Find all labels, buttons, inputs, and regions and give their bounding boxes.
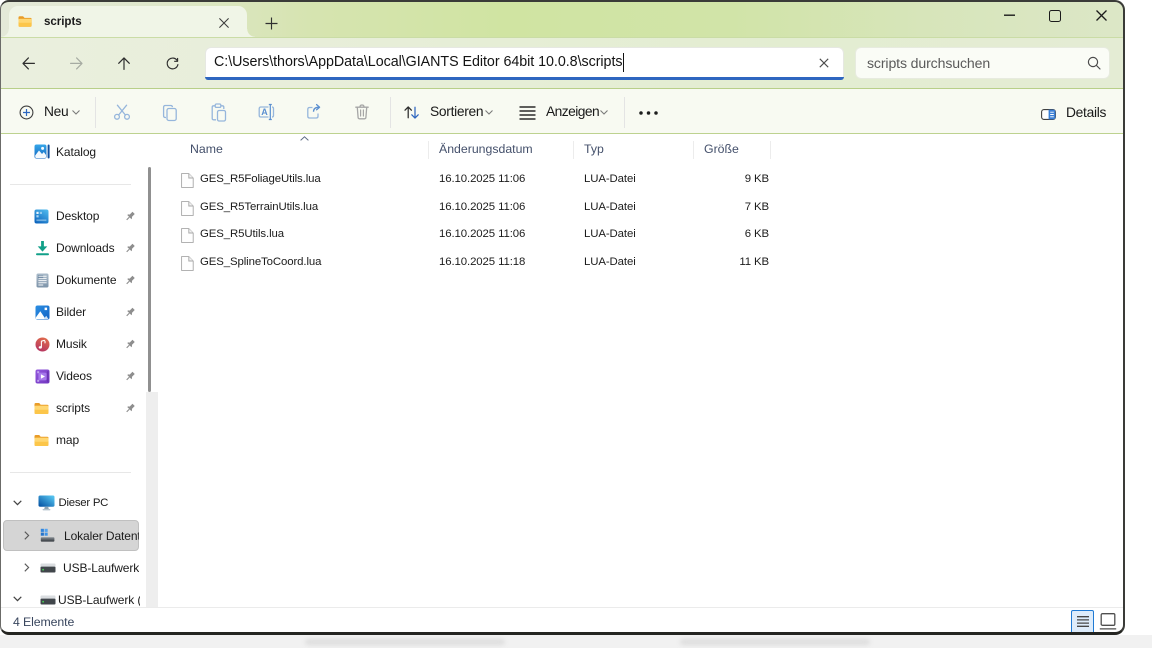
svg-text:A: A — [261, 107, 268, 117]
